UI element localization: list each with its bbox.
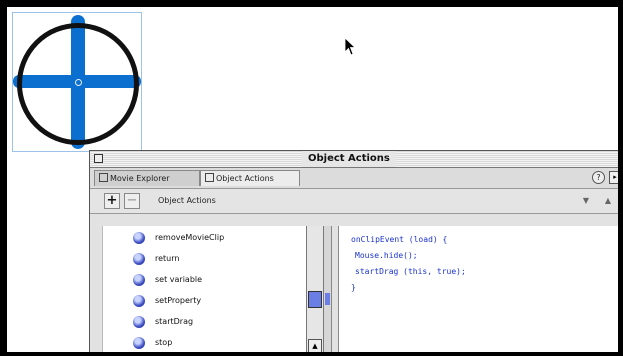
list-item-label: setProperty	[155, 296, 202, 305]
code-line: startDrag (this, true);	[355, 267, 466, 276]
panel-menu-button[interactable]: ▸	[609, 171, 618, 184]
tab-object-actions[interactable]: Object Actions	[200, 170, 300, 186]
list-item-label: set variable	[155, 275, 203, 284]
scrollbar-thumb[interactable]	[308, 291, 322, 308]
divider-grip-icon[interactable]	[325, 293, 330, 305]
crosshair-movie-clip[interactable]	[12, 12, 142, 152]
tab-movie-explorer-label: Movie Explorer	[110, 174, 170, 183]
remove-action-button[interactable]: −	[124, 193, 140, 209]
object-actions-icon	[205, 173, 214, 182]
tab-movie-explorer[interactable]: Movie Explorer	[94, 170, 200, 186]
list-item-label: return	[155, 254, 180, 263]
help-button[interactable]: ?	[592, 171, 605, 184]
code-line: }	[351, 283, 356, 292]
scroll-up-arrow-icon[interactable]: ▲	[308, 339, 322, 352]
movie-explorer-icon	[99, 173, 108, 182]
action-icon	[133, 274, 145, 286]
list-item[interactable]: startDrag	[103, 313, 303, 333]
code-line: Mouse.hide();	[355, 251, 418, 260]
stage: Object Actions Movie Explorer Object Act…	[7, 7, 618, 352]
action-icon	[133, 316, 145, 328]
list-item-label: startDrag	[155, 317, 194, 326]
actions-list-scrollbar[interactable]: ▲	[306, 226, 324, 352]
script-editor[interactable]: onClipEvent (load) { Mouse.hide(); start…	[338, 226, 618, 352]
list-item[interactable]: return	[103, 250, 303, 270]
tab-object-actions-label: Object Actions	[216, 174, 274, 183]
mouse-pointer-icon	[344, 37, 357, 56]
list-item[interactable]: stop	[103, 334, 303, 352]
actions-list[interactable]: removeMovieClip return set variable setP…	[102, 226, 307, 352]
close-box-icon[interactable]	[94, 154, 103, 163]
list-item-label: stop	[155, 338, 173, 347]
pane-divider[interactable]	[324, 226, 332, 352]
registration-point	[75, 79, 82, 86]
move-up-button[interactable]: ▲	[600, 193, 616, 209]
actions-toolbar: + − Object Actions ▼ ▲	[90, 189, 618, 214]
code-line: onClipEvent (load) {	[351, 235, 448, 244]
action-icon	[133, 337, 145, 349]
tab-bar: Movie Explorer Object Actions ? ▸	[90, 168, 618, 189]
list-item[interactable]: removeMovieClip	[103, 229, 303, 249]
panel-title: Object Actions	[302, 151, 396, 167]
list-item[interactable]: set variable	[103, 271, 303, 291]
action-icon	[133, 295, 145, 307]
action-icon	[133, 232, 145, 244]
list-item-label: removeMovieClip	[155, 233, 225, 242]
move-down-button[interactable]: ▼	[578, 193, 594, 209]
add-action-button[interactable]: +	[104, 193, 120, 209]
object-actions-panel: Object Actions Movie Explorer Object Act…	[89, 150, 618, 352]
list-item[interactable]: setProperty	[103, 292, 303, 312]
toolbar-category-label: Object Actions	[158, 196, 216, 205]
panel-titlebar[interactable]: Object Actions	[90, 151, 618, 168]
action-icon	[133, 253, 145, 265]
